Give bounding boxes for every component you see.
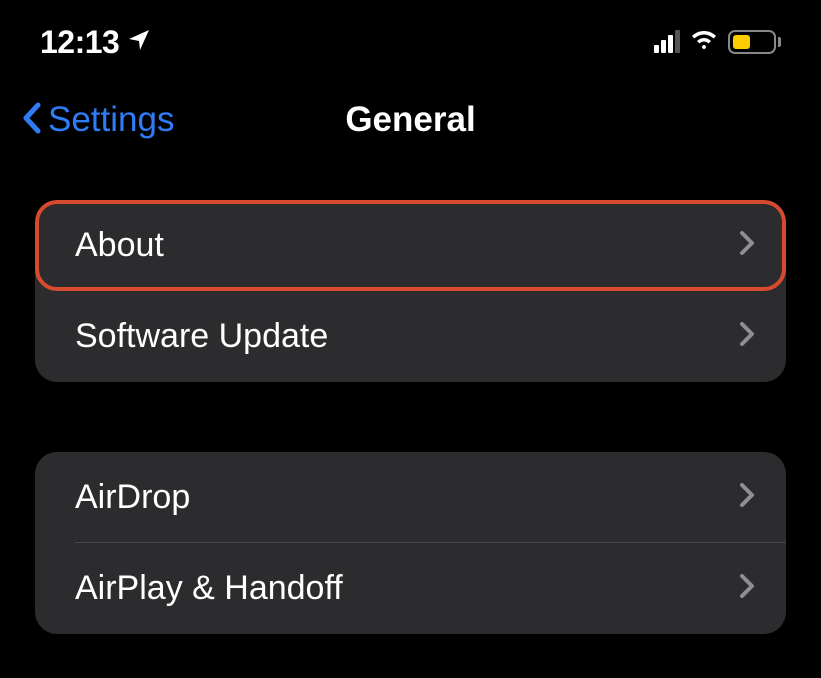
chevron-right-icon	[738, 573, 756, 604]
chevron-right-icon	[738, 482, 756, 513]
list-item-label: Software Update	[75, 317, 328, 356]
cellular-signal-icon	[654, 31, 680, 53]
list-group: AirDrop AirPlay & Handoff	[35, 452, 786, 634]
chevron-right-icon	[738, 321, 756, 352]
page-title: General	[345, 100, 475, 140]
battery-icon	[728, 30, 781, 54]
list-item-label: AirDrop	[75, 478, 190, 517]
status-right	[654, 29, 781, 56]
status-bar: 12:13	[0, 0, 821, 70]
list-item-about[interactable]: About	[35, 200, 786, 291]
chevron-left-icon	[20, 101, 44, 140]
list-item-label: About	[75, 226, 164, 265]
content: About Software Update AirDrop	[0, 170, 821, 634]
back-button[interactable]: Settings	[20, 100, 174, 140]
back-label: Settings	[48, 100, 174, 140]
navigation-bar: Settings General	[0, 70, 821, 170]
list-item-software-update[interactable]: Software Update	[35, 291, 786, 382]
list-item-airplay-handoff[interactable]: AirPlay & Handoff	[35, 543, 786, 634]
list-item-airdrop[interactable]: AirDrop	[35, 452, 786, 543]
chevron-right-icon	[738, 230, 756, 261]
status-time: 12:13	[40, 24, 119, 61]
list-group: About Software Update	[35, 200, 786, 382]
location-icon	[127, 28, 151, 57]
status-left: 12:13	[40, 24, 151, 61]
wifi-icon	[690, 29, 718, 56]
list-item-label: AirPlay & Handoff	[75, 569, 343, 608]
